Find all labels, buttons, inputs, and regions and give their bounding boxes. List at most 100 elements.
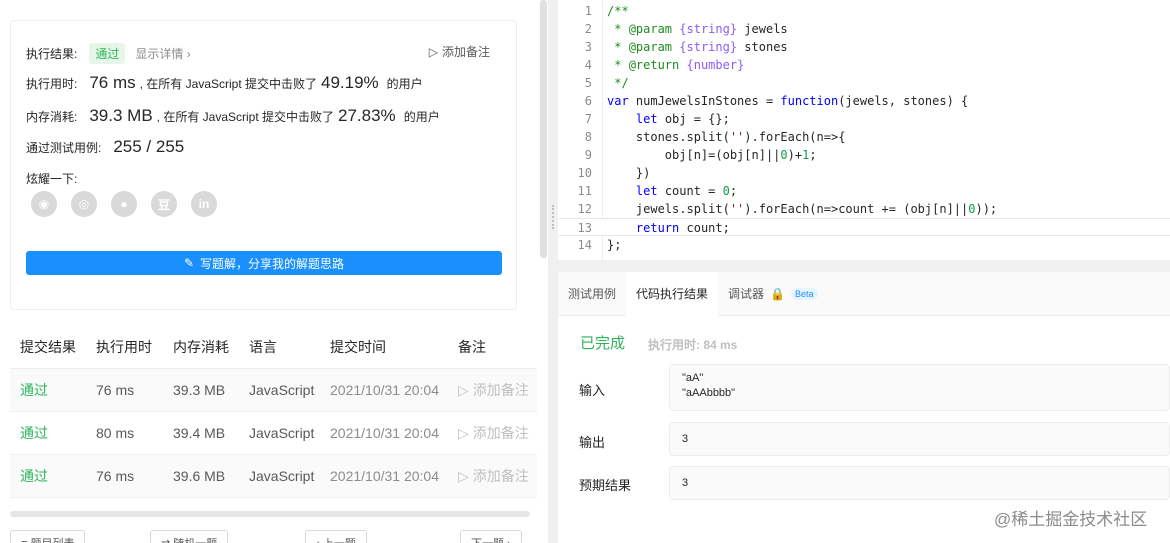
row-language: JavaScript <box>249 382 315 398</box>
code-text[interactable]: * @return {number} <box>607 56 744 74</box>
line-number: 10 <box>577 166 592 180</box>
code-text[interactable]: let obj = {}; <box>607 110 730 128</box>
testcases-label: 通过测试用例: <box>26 141 102 155</box>
code-text[interactable]: obj[n]=(obj[n]||0)+1; <box>607 146 817 164</box>
code-text[interactable]: var numJewelsInStones = function(jewels,… <box>607 92 968 110</box>
code-text[interactable]: }) <box>607 164 650 182</box>
horizontal-scrollbar[interactable] <box>10 511 530 517</box>
runtime-value: 76 ms <box>89 73 136 92</box>
row-result[interactable]: 通过 <box>10 380 86 400</box>
code-line[interactable]: 9 obj[n]=(obj[n]||0)+1; <box>558 146 1170 164</box>
random-problem-button[interactable]: ⇄ 随机一题 <box>150 530 229 543</box>
splitter-grip-icon[interactable] <box>552 205 554 229</box>
console-tabs: 测试用例 代码执行结果 调试器 🔒 Beta <box>558 271 1170 316</box>
runtime-row: 执行用时: 76 ms , 在所有 JavaScript 提交中击败了 49.1… <box>26 73 423 93</box>
flag-icon: ▷ <box>458 467 469 484</box>
table-row[interactable]: 通过 76 ms 39.3 MB JavaScript 2021/10/31 2… <box>10 369 537 412</box>
flag-icon: ▷ <box>458 381 469 398</box>
weibo-icon[interactable]: ◎ <box>71 191 97 217</box>
douban-icon[interactable]: 豆 <box>151 191 177 217</box>
code-text[interactable]: let count = 0; <box>607 182 737 200</box>
code-line[interactable]: 13 return count; <box>558 218 1170 236</box>
row-result[interactable]: 通过 <box>10 466 86 486</box>
beta-badge: Beta <box>791 287 818 300</box>
code-text[interactable]: * @param {string} stones <box>607 38 787 56</box>
tab-run-result[interactable]: 代码执行结果 <box>626 271 719 316</box>
line-number: 13 <box>577 221 592 235</box>
code-line[interactable]: 3 * @param {string} stones <box>558 38 1170 56</box>
next-problem-button[interactable]: 下一题 › <box>460 530 522 543</box>
row-add-note[interactable]: ▷ 添加备注 <box>448 423 537 443</box>
line-number: 12 <box>577 202 592 216</box>
expected-label: 预期结果 <box>579 478 632 493</box>
linkedin-icon[interactable]: in <box>191 191 217 217</box>
vertical-scrollbar[interactable] <box>540 0 547 258</box>
write-solution-button[interactable]: ✎ 写题解，分享我的解题思路 <box>26 251 502 275</box>
problem-list-button[interactable]: ≡ 题目列表 <box>10 530 86 543</box>
wechat-icon[interactable]: ◉ <box>31 191 57 217</box>
prev-problem-button[interactable]: ‹ 上一题 <box>305 530 367 543</box>
code-line[interactable]: 12 jewels.split('').forEach(n=>count += … <box>558 200 1170 218</box>
memory-value: 39.3 MB <box>89 106 153 125</box>
code-editor[interactable]: 1/** 2 * @param {string} jewels 3 * @param… <box>558 0 1170 260</box>
row-note-label: 添加备注 <box>472 425 529 441</box>
code-line[interactable]: 6 var numJewelsInStones = function(jewels… <box>558 92 1170 110</box>
code-line[interactable]: 4 * @return {number} <box>558 56 1170 74</box>
pane-splitter[interactable] <box>548 0 558 543</box>
row-add-note[interactable]: ▷ 添加备注 <box>448 380 537 400</box>
col-note: 备注 <box>458 338 486 355</box>
code-line[interactable]: 10 }) <box>558 164 1170 182</box>
write-solution-label: 写题解，分享我的解题思路 <box>200 256 345 271</box>
code-text[interactable]: }; <box>607 236 621 254</box>
line-number: 4 <box>584 58 592 72</box>
share-icons: ◉ ◎ ● 豆 in <box>31 191 217 217</box>
code-line[interactable]: 2 * @param {string} jewels <box>558 20 1170 38</box>
expected-box[interactable]: 3 <box>669 466 1170 500</box>
share-row-label: 炫耀一下: <box>26 170 77 187</box>
flag-icon: ▷ <box>458 424 469 441</box>
status-badge: 通过 <box>89 43 126 64</box>
output-label: 输出 <box>579 435 606 450</box>
runtime-suffix: 的用户 <box>386 77 423 91</box>
runtime-label: 执行用时: <box>26 77 78 91</box>
tab-testcases[interactable]: 测试用例 <box>558 272 626 316</box>
code-text[interactable]: */ <box>607 74 628 92</box>
row-memory: 39.4 MB <box>173 425 226 441</box>
code-text[interactable]: /** <box>607 2 629 20</box>
code-text[interactable]: jewels.split('').forEach(n=>count += (ob… <box>607 200 997 218</box>
output-box[interactable]: 3 <box>669 422 1170 456</box>
line-number: 9 <box>584 148 592 162</box>
add-note-button[interactable]: ▷ 添加备注 <box>429 43 490 60</box>
console-panel: 测试用例 代码执行结果 调试器 🔒 Beta 已完成 执行用时: 84 ms 输… <box>558 271 1170 543</box>
row-result[interactable]: 通过 <box>10 423 86 443</box>
left-panel: 执行结果: 通过 显示详情 › ▷ 添加备注 执行用时: 76 ms , 在所有… <box>0 0 548 543</box>
qq-icon[interactable]: ● <box>111 191 137 217</box>
code-line[interactable]: 7 let obj = {}; <box>558 110 1170 128</box>
memory-text: , 在所有 JavaScript 提交中击败了 <box>156 110 335 124</box>
row-add-note[interactable]: ▷ 添加备注 <box>448 466 537 486</box>
code-line[interactable]: 8 stones.split('').forEach(n=>{ <box>558 128 1170 146</box>
line-number: 7 <box>584 112 592 126</box>
tab-debugger-label: 调试器 <box>728 287 765 301</box>
tab-debugger[interactable]: 调试器 🔒 Beta <box>718 272 827 316</box>
submissions-table: 提交结果 执行用时 内存消耗 语言 提交时间 备注 通过 76 ms 39.3 … <box>10 325 537 498</box>
code-line[interactable]: 1 /** <box>558 2 1170 20</box>
code-text[interactable]: return count; <box>607 219 730 237</box>
line-number: 3 <box>584 40 592 54</box>
col-submit-time: 提交时间 <box>330 338 386 355</box>
share-label: 炫耀一下: <box>26 172 78 186</box>
code-line[interactable]: 14}; <box>558 236 1170 254</box>
table-row[interactable]: 通过 76 ms 39.6 MB JavaScript 2021/10/31 2… <box>10 455 537 498</box>
code-text[interactable]: * @param {string} jewels <box>607 20 787 38</box>
line-number: 2 <box>584 22 592 36</box>
col-memory: 内存消耗 <box>173 338 229 355</box>
testcases-value: 255 / 255 <box>113 137 185 156</box>
runtime-percent: 49.19% <box>321 73 379 92</box>
memory-label: 内存消耗: <box>26 110 78 124</box>
code-text[interactable]: stones.split('').forEach(n=>{ <box>607 128 846 146</box>
code-line[interactable]: 5 */ <box>558 74 1170 92</box>
show-detail-link[interactable]: 显示详情 › <box>135 45 190 62</box>
input-box[interactable]: "aA" "aAAbbbb" <box>669 364 1170 411</box>
table-row[interactable]: 通过 80 ms 39.4 MB JavaScript 2021/10/31 2… <box>10 412 537 455</box>
code-line[interactable]: 11 let count = 0; <box>558 182 1170 200</box>
